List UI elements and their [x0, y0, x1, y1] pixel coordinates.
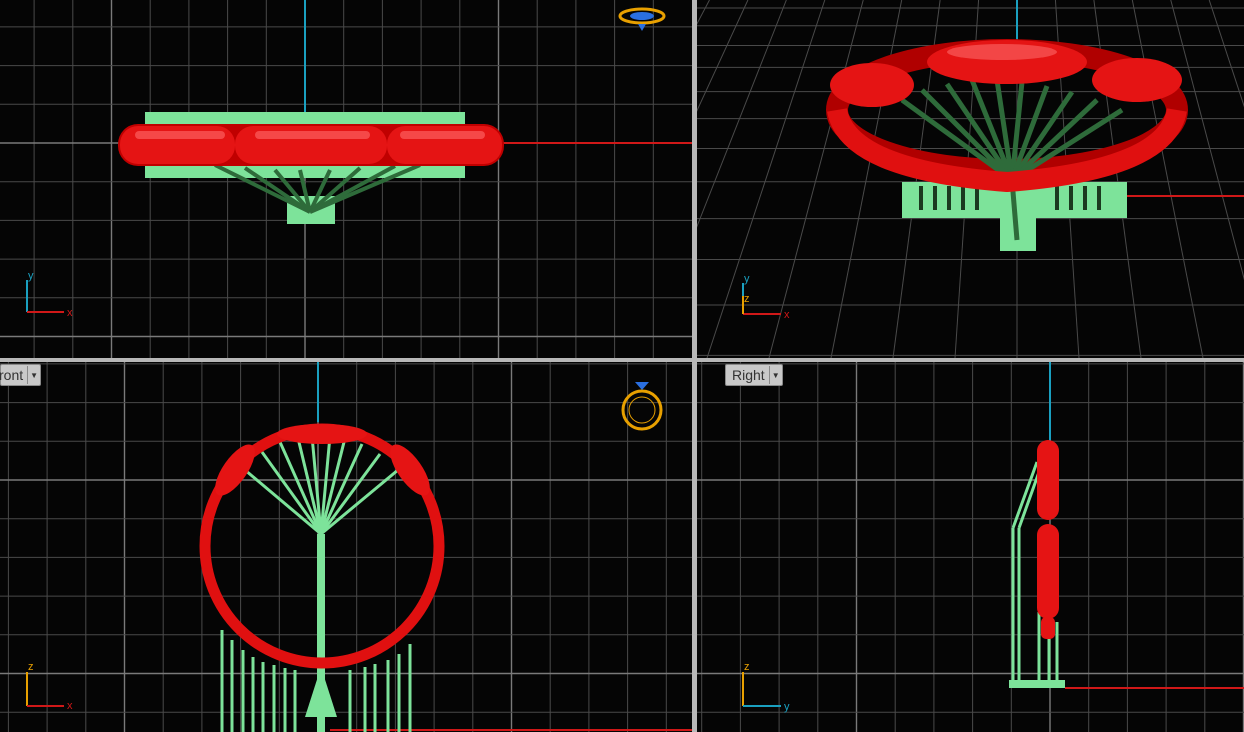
grid-line [1170, 0, 1244, 281]
grid-line [697, 0, 787, 228]
axis-gizmo [742, 672, 781, 707]
grid-line [1208, 0, 1244, 108]
support-struts [244, 435, 399, 536]
grid-line [830, 0, 903, 358]
grid-line [706, 0, 826, 358]
axis-gizmo [26, 280, 64, 313]
axis-y-label: y [28, 270, 34, 282]
viewport-title-right[interactable]: Right ▼ [725, 364, 783, 386]
support-foot [305, 667, 337, 717]
support-plate [145, 112, 465, 124]
support-base [1009, 680, 1065, 688]
viewport-front[interactable]: z x ront ▼ [0, 362, 692, 732]
grid-line [768, 0, 864, 358]
axis-y-label: y [784, 701, 790, 713]
axis-x-label: x [784, 309, 790, 321]
viewport-perspective[interactable]: y z x [697, 0, 1244, 358]
top-view-canvas: y x [0, 0, 692, 358]
grid [0, 362, 692, 732]
grid [697, 362, 1244, 732]
axis-z-label: z [744, 661, 750, 673]
axis-z-label: z [28, 661, 34, 673]
ring-model [1037, 440, 1059, 639]
axis-z-label: z [744, 293, 750, 305]
axis-x-label: x [67, 700, 73, 712]
grid-line [697, 0, 749, 112]
grid-line [1131, 0, 1204, 358]
viewport-splitter-horizontal[interactable] [0, 358, 1244, 362]
viewport-name: ront [0, 367, 24, 383]
viewport-title-front[interactable]: ront ▼ [0, 364, 42, 386]
front-view-canvas: z x [0, 362, 692, 732]
grid-line [697, 0, 710, 25]
axis-gizmo [26, 672, 64, 707]
ring-model [118, 124, 504, 166]
axis-x-label: x [67, 307, 73, 319]
ring-navigator-icon[interactable] [618, 7, 666, 31]
viewport-name: Right [732, 367, 765, 383]
ring-segments [215, 424, 430, 496]
viewport-top[interactable]: y x [0, 0, 692, 358]
chevron-down-icon[interactable]: ▼ [768, 366, 782, 384]
axis-y-label: y [744, 273, 750, 285]
right-view-canvas: z y [697, 362, 1244, 732]
viewport-right[interactable]: z y Right ▼ [697, 362, 1244, 732]
viewport-splitter-vertical[interactable] [692, 0, 697, 732]
chevron-down-icon[interactable]: ▼ [27, 366, 40, 384]
perspective-view-canvas: y z x [697, 0, 1244, 358]
ring-navigator-icon[interactable] [621, 382, 663, 431]
